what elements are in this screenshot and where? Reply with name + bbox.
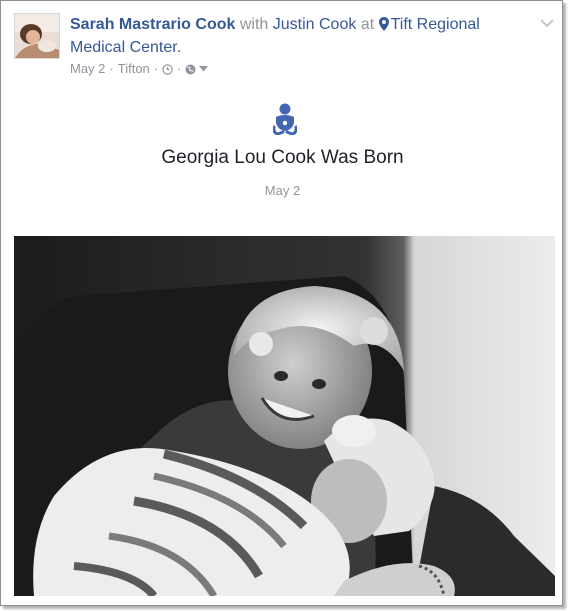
caret-down-icon[interactable] <box>199 66 209 72</box>
meta-separator: · <box>109 61 114 76</box>
meta-separator: · <box>177 61 182 76</box>
life-event-title[interactable]: Georgia Lou Cook Was Born <box>1 147 564 169</box>
globe-icon[interactable] <box>185 64 196 75</box>
post-meta: May 2 · Tifton · · <box>70 60 209 78</box>
post-date-link[interactable]: May 2 <box>70 60 105 78</box>
post-photo[interactable] <box>14 236 555 596</box>
with-text: with <box>239 16 269 33</box>
tagged-person-link[interactable]: Justin Cook <box>273 16 357 33</box>
at-text: at <box>360 16 375 33</box>
clock-icon <box>162 63 173 75</box>
meta-separator: · <box>153 61 159 76</box>
map-pin-icon <box>378 16 389 37</box>
profile-avatar[interactable] <box>14 13 60 59</box>
chevron-down-icon[interactable] <box>540 15 554 33</box>
place-link[interactable]: Tifton <box>118 60 150 78</box>
baby-icon <box>272 103 298 140</box>
post-card: Sarah Mastrario Cook with Justin Cook at… <box>0 0 563 606</box>
author-link[interactable]: Sarah Mastrario Cook <box>70 16 235 33</box>
post-header: Sarah Mastrario Cook with Justin Cook at… <box>70 14 520 58</box>
life-event-date: May 2 <box>264 183 301 198</box>
